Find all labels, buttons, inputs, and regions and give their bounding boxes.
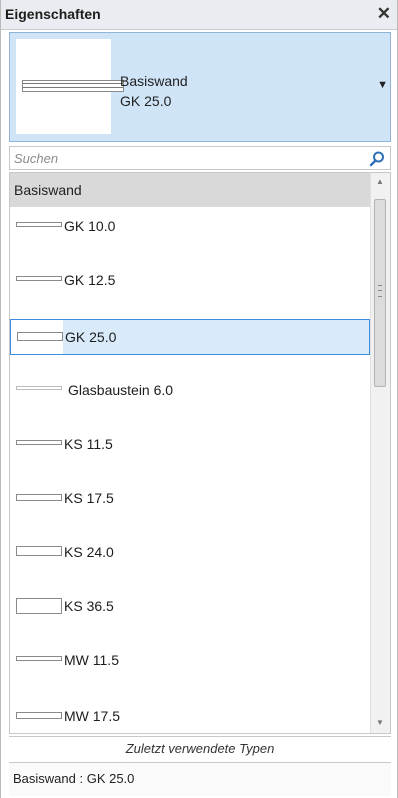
wall-swatch-icon — [16, 276, 62, 281]
chevron-down-icon[interactable]: ▼ — [377, 79, 388, 91]
list-item-selected[interactable]: GK 25.0 — [10, 319, 370, 355]
scroll-up-icon[interactable]: ▲ — [376, 177, 384, 186]
vertical-scrollbar[interactable]: ▲ ▼ — [370, 173, 390, 733]
list-item[interactable]: KS 11.5 — [10, 427, 370, 463]
wall-swatch-icon — [16, 386, 62, 390]
search-icon[interactable] — [368, 150, 386, 168]
recent-types-label: Zuletzt verwendete Typen — [125, 741, 275, 756]
search-field[interactable]: Suchen — [9, 146, 391, 170]
type-selector-dropdown[interactable]: Basiswand GK 25.0 ▼ — [9, 32, 391, 142]
list-item[interactable]: Glasbaustein 6.0 — [10, 373, 370, 409]
list-item-label: KS 36.5 — [64, 598, 114, 614]
grip-icon — [378, 285, 382, 297]
scrollbar-thumb[interactable] — [374, 199, 386, 387]
list-item-label: KS 11.5 — [64, 436, 113, 452]
selected-type-label: GK 25.0 — [120, 93, 172, 109]
wall-swatch-icon — [16, 598, 62, 614]
recent-types-header: Zuletzt verwendete Typen — [9, 736, 391, 760]
properties-panel: Eigenschaften ✕ Basiswand GK 25.0 ▼ Such… — [0, 0, 398, 798]
list-item-label: KS 24.0 — [64, 544, 114, 560]
list-item-label: MW 17.5 — [64, 708, 121, 724]
panel-title: Eigenschaften — [5, 6, 101, 22]
group-header-label: Basiswand — [14, 182, 82, 198]
wall-swatch-icon — [16, 494, 62, 501]
status-bar[interactable]: Basiswand : GK 25.0 — [9, 762, 391, 796]
wall-preview-icon — [22, 80, 124, 92]
close-icon[interactable]: ✕ — [377, 4, 391, 24]
scroll-down-icon[interactable]: ▼ — [376, 718, 384, 727]
list-item-label: GK 25.0 — [65, 329, 117, 345]
wall-swatch-icon — [16, 712, 62, 719]
list-item[interactable]: MW 11.5 — [10, 643, 370, 679]
list-item-label: MW 11.5 — [64, 652, 119, 668]
wall-swatch-icon — [16, 222, 62, 227]
group-header: Basiswand — [10, 173, 370, 207]
panel-titlebar: Eigenschaften ✕ — [1, 0, 397, 30]
type-preview-thumbnail — [16, 39, 124, 134]
list-item-label: GK 10.0 — [64, 218, 116, 234]
list-item[interactable]: MW 17.5 — [10, 699, 370, 733]
type-list: Basiswand GK 10.0 GK 12.5 GK 25.0 Glasba… — [9, 172, 391, 734]
wall-swatch-icon — [16, 440, 62, 445]
list-item[interactable]: KS 24.0 — [10, 535, 370, 571]
search-placeholder: Suchen — [14, 151, 59, 166]
list-item-label: Glasbaustein 6.0 — [68, 382, 174, 398]
list-item[interactable]: KS 17.5 — [10, 481, 370, 517]
list-item-label: GK 12.5 — [64, 272, 116, 288]
list-item[interactable]: KS 36.5 — [10, 589, 370, 625]
status-text: Basiswand : GK 25.0 — [13, 771, 135, 786]
wall-swatch-icon — [16, 656, 62, 661]
list-item[interactable]: GK 10.0 — [10, 209, 370, 245]
wall-swatch-icon — [16, 546, 62, 556]
list-item[interactable]: GK 12.5 — [10, 263, 370, 299]
list-item-label: KS 17.5 — [64, 490, 114, 506]
wall-swatch-icon — [17, 332, 63, 341]
selected-family-label: Basiswand — [120, 73, 188, 89]
